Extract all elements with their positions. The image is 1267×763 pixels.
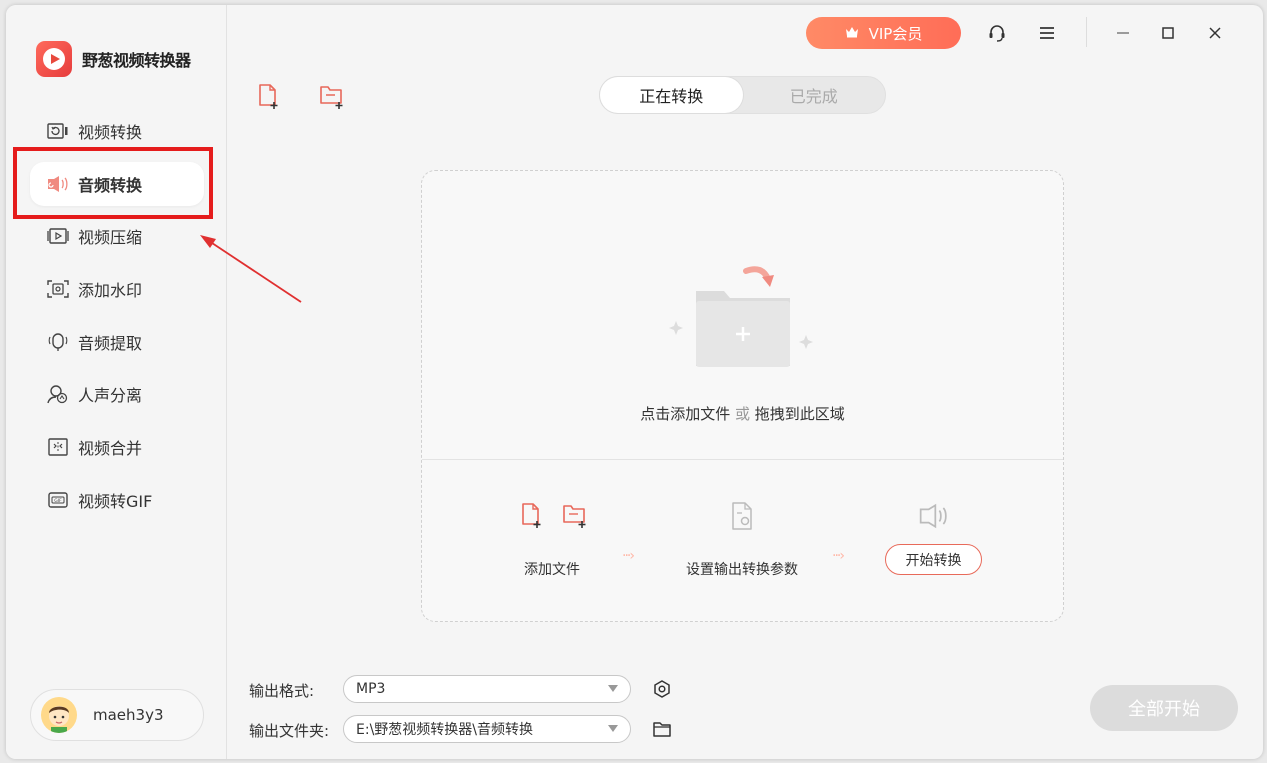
sidebar-item-label: 视频合并 xyxy=(78,439,143,458)
audio-convert-step-icon xyxy=(918,503,950,533)
sidebar-item-label: 音频提取 xyxy=(78,334,143,353)
audio-extract-icon xyxy=(46,330,70,354)
vip-button[interactable]: VIP会员 xyxy=(806,17,961,49)
folder-add-icon xyxy=(666,249,826,373)
chevron-down-icon xyxy=(608,685,618,692)
sidebar-item-video-merge[interactable]: 视频合并 xyxy=(30,425,204,469)
gif-icon: GIF xyxy=(46,488,70,512)
chevron-down-icon xyxy=(608,725,618,732)
tab-completed[interactable]: 已完成 xyxy=(743,77,886,113)
menu-icon[interactable] xyxy=(1033,19,1061,47)
drop-hint: 点击添加文件 或 拖拽到此区域 xyxy=(422,403,1063,424)
sidebar-item-label: 添加水印 xyxy=(78,281,143,300)
folder-icon[interactable] xyxy=(651,718,673,740)
status-tabs: 正在转换 已完成 xyxy=(599,76,886,114)
step-add-file-icon xyxy=(518,501,546,533)
app-window: 野葱视频转换器 视频转换 音频转换 视频压缩 添加水印 音频提取 人声分离 视频… xyxy=(6,5,1263,759)
output-format-select[interactable]: MP3 xyxy=(343,675,631,703)
drop-hint-main: 点击添加文件 xyxy=(640,405,731,423)
crown-icon xyxy=(845,24,859,42)
app-logo-icon xyxy=(36,41,72,77)
step-arrow-icon: ···› xyxy=(832,548,845,564)
sidebar-item-label: 人声分离 xyxy=(78,386,143,405)
sidebar-item-video-compress[interactable]: 视频压缩 xyxy=(30,214,204,258)
output-folder-value: E:\野葱视频转换器\音频转换 xyxy=(356,722,533,738)
sidebar-item-vocal-separate[interactable]: 人声分离 xyxy=(30,372,204,416)
app-title: 野葱视频转换器 xyxy=(82,51,191,70)
avatar xyxy=(41,697,77,733)
sidebar-item-label: 视频压缩 xyxy=(78,228,143,247)
output-folder-select[interactable]: E:\野葱视频转换器\音频转换 xyxy=(343,715,631,743)
customer-service-icon[interactable] xyxy=(983,19,1011,47)
divider xyxy=(422,459,1063,460)
step-add-folder-icon xyxy=(560,501,590,533)
close-icon[interactable] xyxy=(1201,19,1229,47)
step-set-params-label: 设置输出转换参数 xyxy=(686,562,798,578)
drop-hint-or: 或 xyxy=(734,405,750,423)
watermark-icon xyxy=(46,277,70,301)
output-format-value: MP3 xyxy=(356,681,386,697)
step-arrow-icon: ···› xyxy=(622,548,635,564)
settings-file-icon xyxy=(730,501,756,535)
highlight-box xyxy=(13,147,213,219)
video-convert-icon xyxy=(46,119,70,143)
video-compress-icon xyxy=(46,224,70,248)
video-merge-icon xyxy=(46,435,70,459)
sidebar-item-video-gif[interactable]: GIF 视频转GIF xyxy=(30,478,204,522)
settings-icon[interactable] xyxy=(651,678,673,700)
drop-hint-drag: 拖拽到此区域 xyxy=(754,405,845,423)
maximize-icon[interactable] xyxy=(1154,19,1182,47)
sidebar-item-audio-extract[interactable]: 音频提取 xyxy=(30,320,204,364)
minimize-icon[interactable] xyxy=(1109,19,1137,47)
sidebar-item-watermark[interactable]: 添加水印 xyxy=(30,267,204,311)
start-all-button[interactable]: 全部开始 xyxy=(1090,685,1238,731)
sidebar: 野葱视频转换器 视频转换 音频转换 视频压缩 添加水印 音频提取 人声分离 视频… xyxy=(6,5,227,759)
username: maeh3y3 xyxy=(93,706,164,724)
file-drop-area: 点击添加文件 或 拖拽到此区域 添加文件 ···› 设置输出转换参数 ···› … xyxy=(421,170,1064,622)
drop-zone[interactable]: 点击添加文件 或 拖拽到此区域 xyxy=(422,171,1063,459)
step-add-files-label: 添加文件 xyxy=(524,562,580,578)
user-profile[interactable]: maeh3y3 xyxy=(30,689,204,741)
add-folder-icon[interactable] xyxy=(317,81,347,111)
sidebar-item-label: 视频转换 xyxy=(78,123,143,142)
divider xyxy=(1086,17,1087,47)
vocal-separate-icon xyxy=(46,382,70,406)
vip-label: VIP会员 xyxy=(868,24,923,43)
add-file-icon[interactable] xyxy=(254,81,284,111)
output-folder-label: 输出文件夹: xyxy=(249,722,330,740)
tab-converting[interactable]: 正在转换 xyxy=(600,77,743,113)
app-brand: 野葱视频转换器 xyxy=(36,41,191,77)
start-convert-button[interactable]: 开始转换 xyxy=(885,544,982,575)
sidebar-item-label: 视频转GIF xyxy=(78,492,153,511)
output-format-label: 输出格式: xyxy=(249,682,315,700)
svg-text:GIF: GIF xyxy=(54,498,62,504)
